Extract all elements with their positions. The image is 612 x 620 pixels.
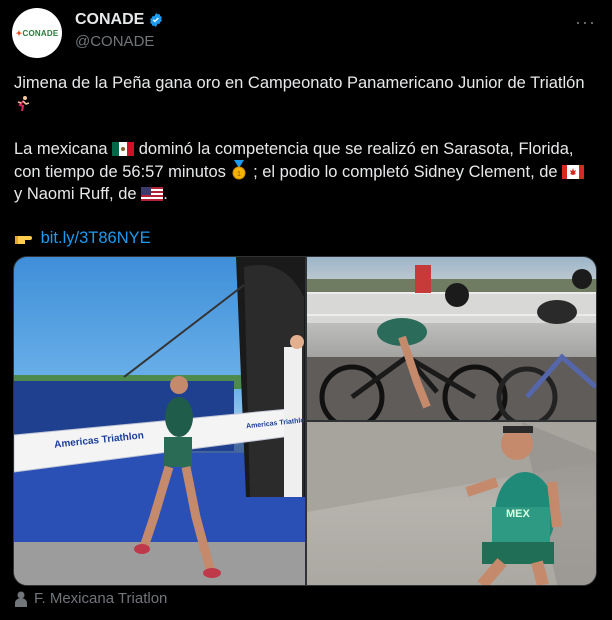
- runner-emoji-icon: [17, 96, 30, 112]
- more-options-icon[interactable]: ···: [575, 12, 596, 33]
- verified-badge-icon: [150, 13, 163, 27]
- tweet-link-line: bit.ly/3T86NYE: [14, 227, 594, 249]
- pointing-hand-icon: [15, 236, 32, 244]
- mexico-flag-icon: [112, 142, 135, 156]
- avatar[interactable]: ✦CONADE: [12, 8, 62, 58]
- author-handle[interactable]: @CONADE: [75, 33, 164, 50]
- photo-finish-line[interactable]: Americas Triathlon Americas Triathlon: [14, 257, 305, 585]
- body-text-5: .: [163, 185, 168, 203]
- usa-flag-icon: [141, 187, 164, 201]
- body-text-3: ; el podio lo completó Sidney Clement, d…: [253, 163, 558, 181]
- jersey-text: MEX: [506, 508, 530, 520]
- tweet-headline: Jimena de la Peña gana oro en Campeonato…: [14, 72, 594, 116]
- tweet-link[interactable]: bit.ly/3T86NYE: [41, 229, 151, 247]
- tweet-text: Jimena de la Peña gana oro en Campeonato…: [14, 72, 594, 249]
- headline-text: Jimena de la Peña gana oro en Campeonato…: [14, 74, 585, 92]
- credit-text[interactable]: F. Mexicana Triatlon: [34, 590, 167, 607]
- tweet-header: ✦CONADE CONADE @CONADE ···: [12, 8, 600, 58]
- runner-illustration: [307, 422, 596, 585]
- photo-cyclists[interactable]: [307, 257, 596, 420]
- svg-text:1: 1: [238, 171, 242, 178]
- canada-flag-icon: [562, 165, 585, 179]
- cyclists-illustration: [307, 265, 596, 420]
- display-name-text[interactable]: CONADE: [75, 11, 144, 29]
- media-grid[interactable]: Americas Triathlon Americas Triathlon ME…: [13, 256, 597, 586]
- tweet-body: La mexicana dominó la competencia que se…: [14, 138, 594, 205]
- person-icon: [15, 591, 27, 607]
- body-text-4: y Naomi Ruff, de: [14, 185, 137, 203]
- gold-medal-icon: 1: [232, 160, 246, 180]
- author-name[interactable]: CONADE: [75, 11, 164, 29]
- body-text-1: La mexicana: [14, 140, 108, 158]
- avatar-logo: ✦CONADE: [15, 28, 59, 38]
- media-credit: F. Mexicana Triatlon: [14, 590, 167, 607]
- author-block: CONADE @CONADE: [75, 11, 164, 50]
- photo-runner[interactable]: MEX: [307, 422, 596, 585]
